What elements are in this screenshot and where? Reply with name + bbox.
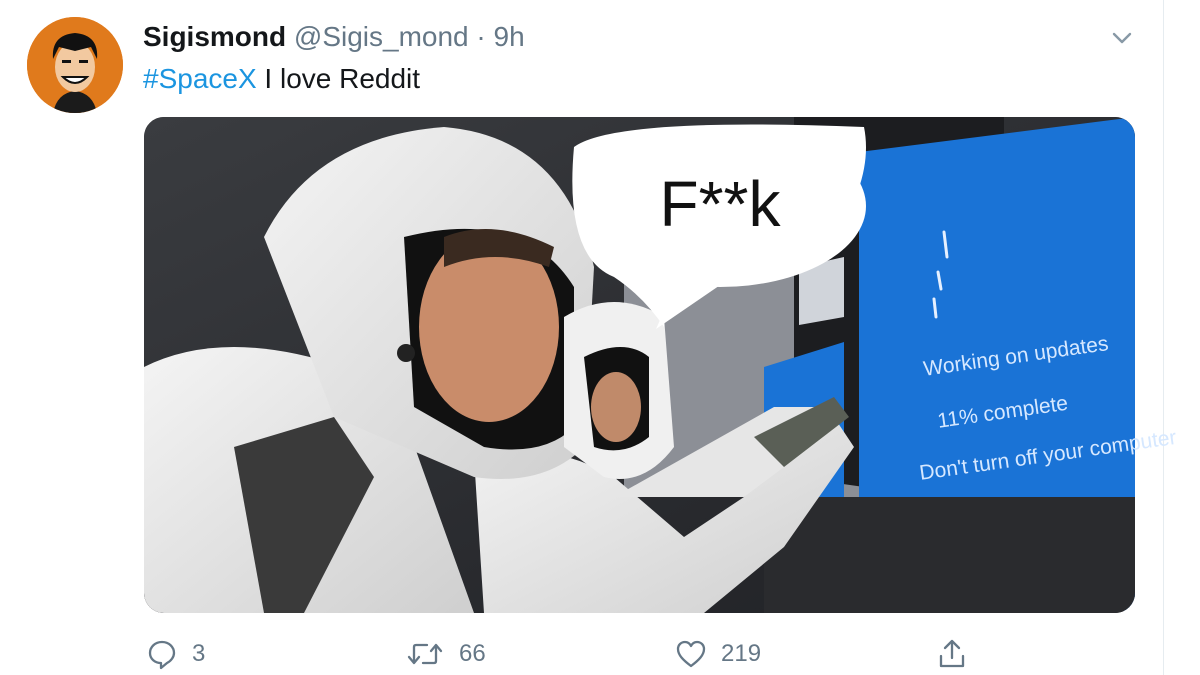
- separator-dot: ·: [476, 21, 486, 52]
- hashtag-link[interactable]: #SpaceX: [143, 63, 257, 94]
- author-handle[interactable]: @Sigis_mond: [294, 21, 469, 52]
- like-button[interactable]: 219: [675, 634, 761, 674]
- caret-down-icon[interactable]: [1108, 24, 1136, 52]
- reply-count: 3: [192, 640, 206, 667]
- tweet-actions: 3 66 219: [0, 634, 1200, 674]
- tweet-header: Sigismond @Sigis_mond · 9h: [143, 18, 525, 56]
- tweet-text: #SpaceX I love Reddit: [143, 60, 420, 98]
- tweet-timestamp[interactable]: 9h: [494, 21, 525, 52]
- tweet-body: I love Reddit: [256, 63, 421, 94]
- speech-bubble-text: F**k: [659, 168, 781, 240]
- heart-icon: [675, 638, 707, 670]
- retweet-count: 66: [459, 640, 486, 667]
- like-count: 219: [721, 640, 762, 667]
- reply-icon: [146, 638, 178, 670]
- retweet-icon: [405, 638, 445, 670]
- timeline-border: [1163, 0, 1164, 675]
- avatar[interactable]: [27, 17, 123, 113]
- retweet-button[interactable]: 66: [405, 634, 486, 674]
- reply-button[interactable]: 3: [146, 634, 205, 674]
- share-button[interactable]: [936, 634, 968, 674]
- share-icon: [936, 638, 968, 670]
- author-name[interactable]: Sigismond: [143, 21, 286, 52]
